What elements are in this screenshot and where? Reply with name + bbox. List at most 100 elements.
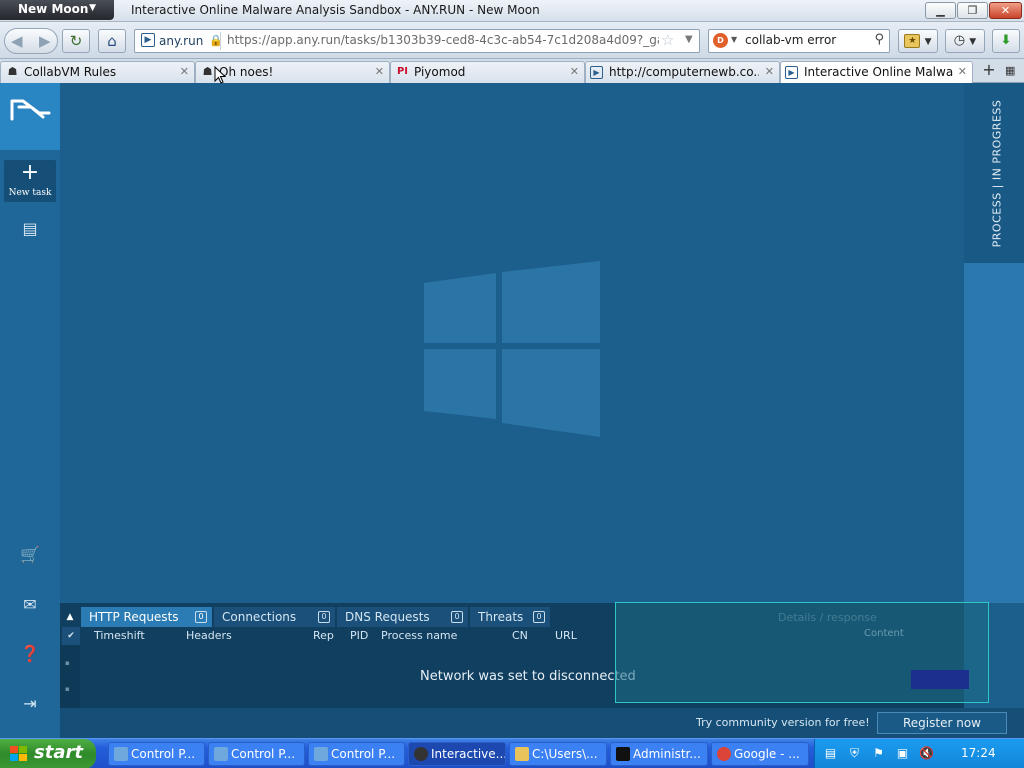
shield-tray-icon[interactable]: ⛨ [847, 746, 862, 761]
reports-document-icon[interactable]: ▤ [20, 219, 40, 239]
caret-down-icon: ▼ [89, 3, 96, 13]
bookmarks-button[interactable]: ★ ▼ [898, 29, 938, 53]
new-tab-button[interactable]: + [979, 62, 999, 80]
taskbar-item-cmd[interactable]: Administr... [610, 742, 708, 766]
search-input[interactable]: collab-vm error [745, 33, 836, 47]
tab-connections[interactable]: Connections 0 [214, 607, 335, 627]
mouse-cursor-icon [214, 66, 226, 84]
minimize-button[interactable]: ▁ [925, 2, 956, 19]
gutter-mark: ▪ [65, 659, 70, 667]
reload-button[interactable]: ↻ [62, 29, 90, 53]
new-task-button[interactable]: + New task [4, 160, 56, 202]
tab-label: CollabVM Rules [24, 65, 117, 79]
back-forward-group: ◀ ▶ [4, 28, 58, 54]
tab-anyrun-active[interactable]: ▶ Interactive Online Malware... ✕ [780, 61, 973, 84]
ghost-icon: ☗ [7, 65, 18, 78]
history-button[interactable]: ◷ ▼ [945, 29, 985, 53]
column-headers[interactable]: Headers [186, 629, 232, 642]
collapse-arrow-icon[interactable]: ▲ [60, 607, 80, 627]
control-panel-icon [314, 747, 328, 761]
control-panel-icon [114, 747, 128, 761]
document-tray-icon[interactable]: ▤ [823, 746, 838, 761]
help-icon[interactable]: ❓ [20, 644, 40, 664]
column-pid[interactable]: PID [350, 629, 368, 642]
app-menu-label: New Moon [18, 2, 89, 16]
volume-muted-icon[interactable]: 🔇 [919, 746, 934, 761]
count-badge: 0 [318, 611, 330, 623]
site-identity-label: any.run [159, 34, 204, 48]
tab-close-icon[interactable]: ✕ [570, 65, 579, 78]
tab-close-icon[interactable]: ✕ [958, 65, 967, 78]
taskbar-item-browser[interactable]: Interactive... [408, 742, 506, 766]
tab-computernewb[interactable]: ▶ http://computernewb.co... ✕ [585, 61, 780, 83]
url-dropdown-icon[interactable]: ▼ [685, 34, 693, 45]
tab-list-icon[interactable]: ▦ [1005, 64, 1015, 77]
tab-piyomod[interactable]: PI Piyomod ✕ [390, 61, 585, 83]
tab-threats[interactable]: Threats 0 [470, 607, 550, 627]
network-tray-icon[interactable]: ▣ [895, 746, 910, 761]
site-identity-button[interactable]: ▶ any.run 🔒 [137, 32, 223, 50]
tab-close-icon[interactable]: ✕ [180, 65, 189, 78]
column-url[interactable]: URL [555, 629, 577, 642]
bookmark-star-icon[interactable]: ☆ [661, 31, 674, 49]
logout-icon[interactable]: ⇥ [20, 694, 40, 714]
pi-icon: PI [396, 66, 409, 77]
forward-arrow-icon[interactable]: ▶ [39, 32, 51, 50]
ghost-icon: ☗ [202, 65, 213, 78]
command-prompt-icon [616, 747, 630, 761]
start-button[interactable]: start [0, 739, 96, 768]
url-text[interactable]: https://app.any.run/tasks/b1303b39-ced8-… [227, 33, 659, 47]
anyrun-logo[interactable] [0, 83, 60, 150]
column-rep[interactable]: Rep [313, 629, 334, 642]
anyrun-icon: ▶ [785, 66, 798, 79]
column-timeshift[interactable]: Timeshift [94, 629, 145, 642]
tab-close-icon[interactable]: ✕ [765, 65, 774, 78]
count-badge: 0 [451, 611, 463, 623]
downloads-button[interactable]: ⬇ [992, 29, 1020, 53]
overlay-action-button[interactable] [911, 670, 969, 689]
vm-desktop-screen[interactable] [60, 83, 964, 603]
register-now-button[interactable]: Register now [877, 712, 1007, 734]
column-process-name[interactable]: Process name [381, 629, 457, 642]
tab-http-requests[interactable]: HTTP Requests 0 [81, 607, 212, 627]
filter-checkbox[interactable]: ✔ [62, 627, 80, 645]
network-status-message: Network was set to disconnected [420, 669, 636, 684]
clock: 17:24 [961, 746, 996, 760]
back-arrow-icon[interactable]: ◀ [11, 32, 23, 50]
search-bar[interactable]: D ▼ collab-vm error ⚲ [708, 29, 890, 53]
tab-label: DNS Requests [345, 610, 430, 624]
details-overlay-panel[interactable]: Details / response Content [615, 602, 989, 703]
tab-collabvm-rules[interactable]: ☗ CollabVM Rules ✕ [0, 61, 195, 83]
system-tray: ▤ ⛨ ⚑ ▣ 🔇 17:24 [814, 739, 1024, 768]
flag-tray-icon[interactable]: ⚑ [871, 746, 886, 761]
url-bar[interactable]: ▶ any.run 🔒 https://app.any.run/tasks/b1… [134, 29, 700, 53]
anyrun-icon: ▶ [141, 33, 155, 47]
taskbar: start Control P... Control P... Control … [0, 738, 1024, 768]
gutter-mark: ▪ [65, 685, 70, 693]
control-panel-icon [214, 747, 228, 761]
process-panel[interactable]: PROCESS | IN PROGRESS [964, 83, 1024, 603]
home-button[interactable]: ⌂ [98, 29, 126, 53]
windows-flag-icon [10, 746, 28, 762]
window-title-bar: New Moon ▼ Interactive Online Malware An… [0, 0, 1024, 22]
close-button[interactable]: ✕ [989, 2, 1022, 19]
taskbar-item-control-panel-2[interactable]: Control P... [208, 742, 305, 766]
app-menu-button[interactable]: New Moon ▼ [0, 0, 114, 20]
search-engine-icon[interactable]: D [713, 33, 728, 48]
taskbar-item-control-panel-3[interactable]: Control P... [308, 742, 405, 766]
community-promo-text: Try community version for free! [696, 716, 870, 729]
anyrun-logo-icon [10, 99, 51, 121]
taskbar-item-explorer[interactable]: C:\Users\... [509, 742, 607, 766]
taskbar-item-label: Google - ... [734, 747, 800, 761]
taskbar-item-control-panel-1[interactable]: Control P... [108, 742, 205, 766]
lock-icon: 🔒 [209, 34, 223, 47]
tab-close-icon[interactable]: ✕ [375, 65, 384, 78]
tab-dns-requests[interactable]: DNS Requests 0 [337, 607, 468, 627]
engine-dropdown-icon[interactable]: ▼ [731, 35, 737, 44]
mail-icon[interactable]: ✉ [20, 595, 40, 615]
search-icon[interactable]: ⚲ [874, 32, 884, 47]
cart-icon[interactable]: 🛒 [20, 545, 40, 565]
column-cn[interactable]: CN [512, 629, 528, 642]
taskbar-item-chrome[interactable]: Google - ... [711, 742, 809, 766]
maximize-button[interactable]: ❐ [957, 2, 988, 19]
